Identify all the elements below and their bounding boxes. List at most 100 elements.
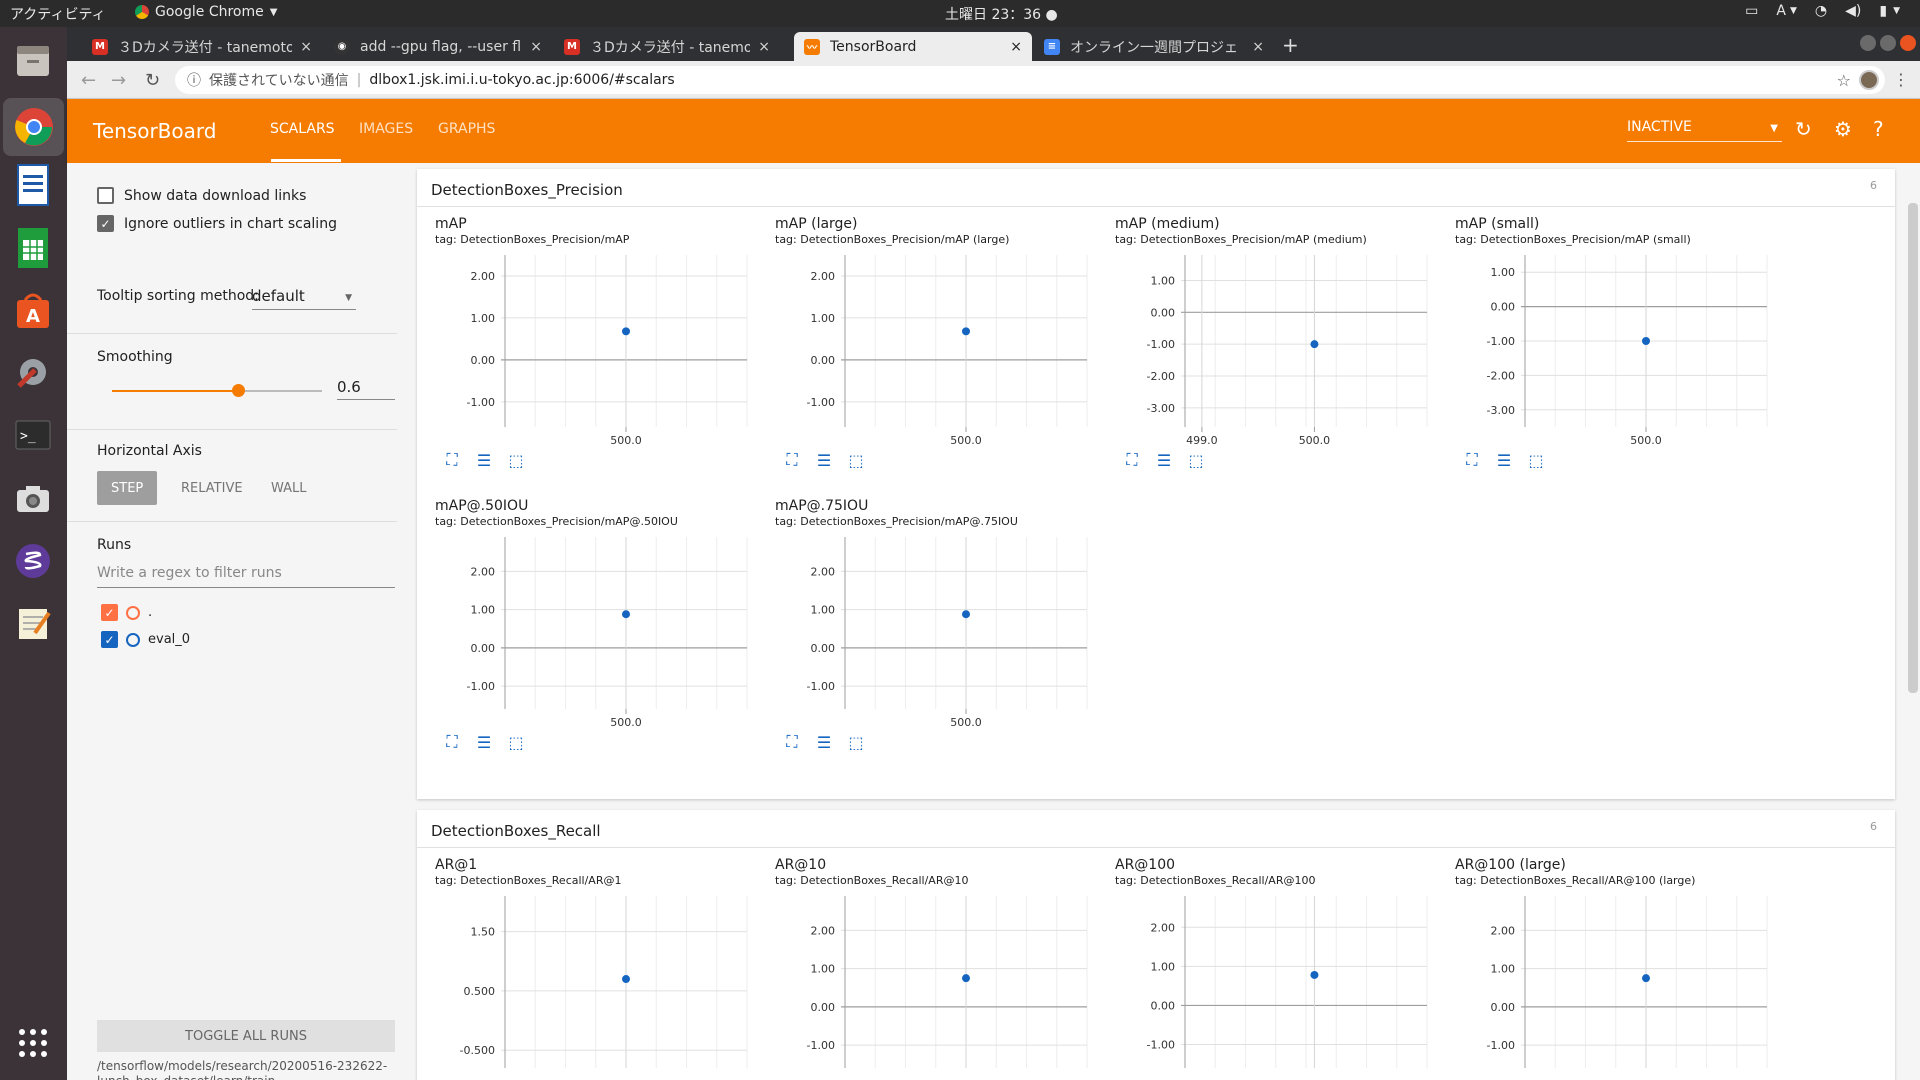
new-tab-icon[interactable]: + xyxy=(1282,33,1299,57)
fullscreen-icon[interactable]: ⛶ xyxy=(441,449,463,471)
volume-icon[interactable]: ◀) xyxy=(1845,3,1861,19)
chart-plot[interactable]: 2.00 1.00 0.00 -1.00 500.0 xyxy=(417,247,757,447)
chart-plot[interactable]: 2.00 1.00 0.00 -1.00 500.0 xyxy=(417,529,757,729)
wifi-icon[interactable]: ◔ xyxy=(1815,3,1827,19)
plugin-select[interactable]: INACTIVE ▼ xyxy=(1627,119,1782,142)
fit-domain-icon[interactable]: ⬚ xyxy=(505,449,527,471)
chart-plot[interactable]: 2.00 1.00 0.00 -1.00 xyxy=(757,888,1097,1080)
run-checkbox[interactable]: ✓ xyxy=(101,604,118,621)
group-header[interactable]: DetectionBoxes_Precision 6 xyxy=(417,169,1895,207)
data-table-icon[interactable]: ☰ xyxy=(813,731,835,753)
address-bar[interactable]: ⓘ 保護されていない通信 | dlbox1.jsk.imi.i.u-tokyo.… xyxy=(175,66,1885,94)
text-editor-icon[interactable] xyxy=(10,600,56,646)
browser-tab-active[interactable]: 〰 TensorBoard × xyxy=(794,32,1032,61)
fit-domain-icon[interactable]: ⬚ xyxy=(1525,449,1547,471)
files-icon[interactable] xyxy=(10,37,56,83)
fit-domain-icon[interactable]: ⬚ xyxy=(505,731,527,753)
chart-plot[interactable]: 2.00 1.00 0.00 -1.00 xyxy=(1437,888,1777,1080)
chart-plot[interactable]: 2.00 1.00 0.00 -1.00 500.0 xyxy=(757,529,1097,729)
calc-icon[interactable] xyxy=(10,225,56,271)
toggle-all-runs-button[interactable]: TOGGLE ALL RUNS xyxy=(97,1020,395,1052)
fullscreen-icon[interactable]: ⛶ xyxy=(781,731,803,753)
group-header[interactable]: DetectionBoxes_Recall 6 xyxy=(417,810,1895,848)
input-method-label[interactable]: A xyxy=(1776,3,1786,19)
data-table-icon[interactable]: ☰ xyxy=(473,449,495,471)
back-icon[interactable]: ← xyxy=(81,70,96,91)
close-icon[interactable]: × xyxy=(758,39,770,55)
menu-icon[interactable]: ⋮ xyxy=(1893,70,1909,89)
ignore-outliers-checkbox[interactable]: ✓ Ignore outliers in chart scaling xyxy=(97,215,337,232)
smoothing-slider-thumb[interactable] xyxy=(232,384,245,397)
system-tray[interactable]: ▭ A ▼ ◔ ◀) ▮ ▼ xyxy=(1745,3,1900,19)
browser-tab[interactable]: M ３Dカメラ送付 - tanemoto × xyxy=(82,32,322,61)
run-item[interactable]: ✓ . xyxy=(101,604,152,621)
chart-plot[interactable]: 2.00 1.00 0.00 -1.00 500.0 xyxy=(757,247,1097,447)
tooltip-sorting-select[interactable]: default ▼ xyxy=(252,287,356,310)
fit-domain-icon[interactable]: ⬚ xyxy=(845,731,867,753)
run-checkbox[interactable]: ✓ xyxy=(101,631,118,648)
fullscreen-icon[interactable]: ⛶ xyxy=(441,731,463,753)
runs-filter-input[interactable]: Write a regex to filter runs xyxy=(97,565,395,588)
minimize-icon[interactable] xyxy=(1860,35,1876,51)
writer-icon[interactable] xyxy=(10,162,56,208)
tab-scalars[interactable]: SCALARS xyxy=(270,121,335,137)
axis-step-button[interactable]: STEP xyxy=(97,471,158,505)
camera-icon[interactable] xyxy=(10,475,56,521)
browser-tab[interactable]: ≡ オンライン一週間プロジェ × xyxy=(1034,32,1274,61)
run-color-swatch[interactable] xyxy=(126,605,140,620)
battery-icon[interactable]: ▮ xyxy=(1879,3,1887,19)
chrome-icon[interactable] xyxy=(3,98,64,156)
info-icon[interactable]: ⓘ xyxy=(187,70,201,90)
terminal-icon[interactable]: >_ xyxy=(10,412,56,458)
refresh-icon[interactable]: ↻ xyxy=(1795,117,1812,141)
app-menu[interactable]: Google Chrome ▼ xyxy=(135,4,277,20)
forward-icon[interactable]: → xyxy=(111,70,126,91)
close-icon[interactable]: × xyxy=(1252,39,1264,55)
profile-avatar[interactable] xyxy=(1859,70,1879,90)
smoothing-input[interactable]: 0.6 xyxy=(337,378,395,400)
fullscreen-icon[interactable]: ⛶ xyxy=(781,449,803,471)
group-title: DetectionBoxes_Precision xyxy=(431,181,623,199)
screen-icon[interactable]: ▭ xyxy=(1745,3,1758,19)
close-icon[interactable]: × xyxy=(300,39,312,55)
tab-images[interactable]: IMAGES xyxy=(359,121,413,137)
close-window-icon[interactable] xyxy=(1900,35,1916,51)
reload-icon[interactable]: ↻ xyxy=(145,70,160,91)
browser-tab[interactable]: M ３Dカメラ送付 - tanemoto × xyxy=(554,32,780,61)
close-icon[interactable]: × xyxy=(1010,39,1022,55)
check-icon[interactable]: ✓ xyxy=(97,215,114,232)
chart-plot[interactable]: 2.00 1.00 0.00 -1.00 xyxy=(1097,888,1437,1080)
activities-button[interactable]: アクティビティ xyxy=(10,4,106,24)
chart-plot[interactable]: 1.00 0.00 -1.00 -2.00 -3.00 500.0 xyxy=(1437,247,1777,447)
emacs-icon[interactable] xyxy=(10,538,56,584)
clock[interactable]: 土曜日 23：36 ● xyxy=(945,4,1058,24)
data-table-icon[interactable]: ☰ xyxy=(813,449,835,471)
show-applications-icon[interactable] xyxy=(10,1020,56,1066)
fullscreen-icon[interactable]: ⛶ xyxy=(1121,449,1143,471)
show-download-links-checkbox[interactable]: Show data download links xyxy=(97,187,306,204)
files-icon-graphic xyxy=(17,46,49,76)
fit-domain-icon[interactable]: ⬚ xyxy=(845,449,867,471)
browser-tab[interactable]: ◉ add --gpu flag, --user flag × xyxy=(324,32,552,61)
maximize-icon[interactable] xyxy=(1880,35,1896,51)
fit-domain-icon[interactable]: ⬚ xyxy=(1185,449,1207,471)
chart-plot[interactable]: 1.00 0.00 -1.00 -2.00 -3.00 499.0 500.0 xyxy=(1097,247,1437,447)
software-center-icon[interactable]: A xyxy=(10,287,56,333)
chart-plot[interactable]: 1.50 0.500 -0.500 xyxy=(417,888,757,1080)
help-icon[interactable]: ? xyxy=(1873,117,1884,141)
run-item[interactable]: ✓ eval_0 xyxy=(101,631,190,648)
axis-wall-button[interactable]: WALL xyxy=(257,471,321,505)
fullscreen-icon[interactable]: ⛶ xyxy=(1461,449,1483,471)
data-table-icon[interactable]: ☰ xyxy=(473,731,495,753)
settings-icon[interactable] xyxy=(10,349,56,395)
data-table-icon[interactable]: ☰ xyxy=(1493,449,1515,471)
axis-relative-button[interactable]: RELATIVE xyxy=(167,471,257,505)
scrollbar[interactable] xyxy=(1908,203,1918,693)
gear-icon[interactable]: ⚙ xyxy=(1834,117,1852,141)
tab-graphs[interactable]: GRAPHS xyxy=(438,121,495,137)
data-table-icon[interactable]: ☰ xyxy=(1153,449,1175,471)
checkbox-box[interactable] xyxy=(97,187,114,204)
run-color-swatch[interactable] xyxy=(126,632,140,647)
close-icon[interactable]: × xyxy=(530,39,542,55)
bookmark-star-icon[interactable]: ☆ xyxy=(1837,71,1851,90)
